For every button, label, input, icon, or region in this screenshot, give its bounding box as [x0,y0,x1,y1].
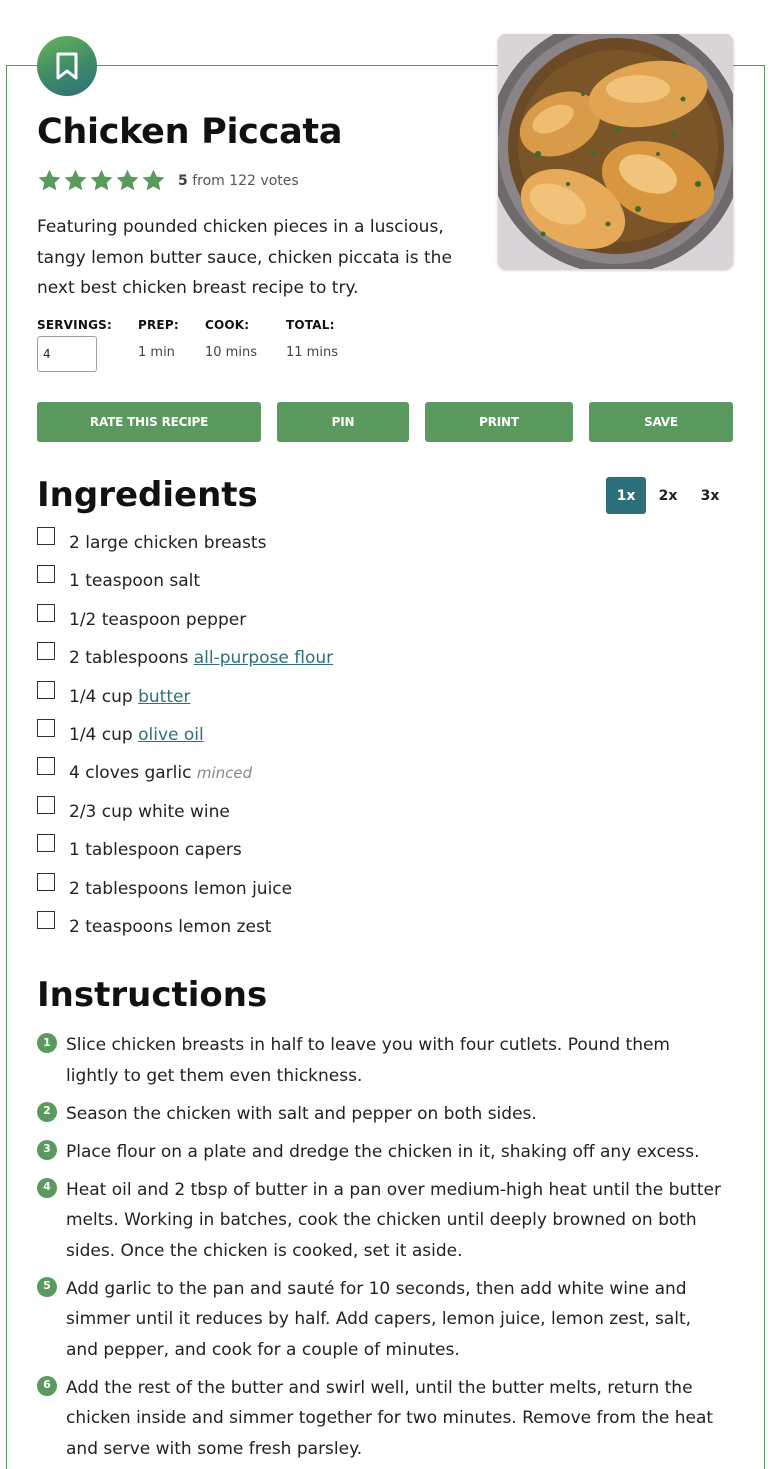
ingredient-checkbox[interactable] [37,834,55,853]
ingredient-text: 1/2 teaspoon pepper [69,610,246,630]
cook-value: 10 mins [205,345,257,360]
recipe-title: Chicken Piccata [37,112,343,152]
rating-value: 5 [178,172,188,189]
scale-3x-button[interactable]: 3x [690,477,730,514]
step-text: Season the chicken with salt and pepper … [66,1103,537,1124]
ingredient-text: 2 teaspoons lemon zest [69,917,271,937]
ingredient-amount: 2 teaspoons lemon zest [69,916,272,937]
rating-votes: from 122 votes [192,172,299,189]
ingredient-link[interactable]: olive oil [138,725,204,745]
rate-recipe-button[interactable]: RATE THIS RECIPE [37,402,261,442]
ingredient-text: 1 teaspoon salt [69,571,200,591]
bookmark-icon [56,52,78,80]
step-number-badge: 3 [37,1139,57,1160]
step-text: Slice chicken breasts in half to leave y… [66,1035,670,1086]
instruction-step: 2 Season the chicken with salt and pepper… [37,1099,727,1130]
total-label: TOTAL: [286,318,335,332]
servings-label: SERVINGS: [37,318,112,332]
ingredient-checkbox[interactable] [37,910,55,929]
star-icon[interactable] [37,168,62,193]
ingredient-text: 2 tablespoons lemon juice [69,879,292,899]
cook-label: COOK: [205,318,250,332]
step-text: Add the rest of the butter and swirl wel… [66,1377,714,1459]
ingredient-checkbox[interactable] [37,872,55,891]
ingredient-text: 2/3 cup white wine [69,802,230,822]
prep-time-block: PREP: 1 min [138,318,179,360]
recipe-rating[interactable]: 5 from 122 votes [37,168,299,193]
prep-label: PREP: [138,318,179,332]
ingredient-amount: 2 tablespoons [69,648,194,669]
ingredient-text: 1 tablespoon capers [69,840,242,860]
ingredient-link[interactable]: all-purpose flour [194,648,333,668]
ingredient-text: 1/4 cup butter [69,687,190,707]
servings-block: SERVINGS: [37,318,112,372]
total-time-block: TOTAL: 11 mins [286,318,338,360]
rating-summary: 5 from 122 votes [178,173,299,189]
ingredient-checkbox[interactable] [37,642,55,661]
step-number-badge: 5 [37,1276,57,1297]
star-icon[interactable] [89,168,114,193]
total-value: 11 mins [286,345,338,360]
instructions-heading: Instructions [37,975,268,1015]
ingredient-amount: 2 large chicken breasts [69,533,267,553]
ingredient-checkbox[interactable] [37,757,55,776]
servings-input[interactable] [37,336,97,372]
ingredient-checkbox[interactable] [37,527,55,545]
ingredient-checkbox[interactable] [37,795,55,814]
step-number-badge: 6 [37,1375,57,1396]
ingredient-amount: 1 tablespoon capers [69,840,242,861]
instruction-step: 1 Slice chicken breasts in half to leave … [37,1030,727,1091]
step-text: Heat oil and 2 tbsp of butter in a pan o… [66,1179,721,1261]
prep-value: 1 min [138,345,175,360]
step-text: Add garlic to the pan and sauté for 10 s… [66,1278,692,1360]
chicken-piccata-image [498,34,733,269]
ingredient-amount: 1/4 cup [69,724,139,745]
ingredient-amount: 2 tablespoons lemon juice [69,878,293,899]
save-button[interactable]: SAVE [589,402,733,442]
cook-time-block: COOK: 10 mins [205,318,257,360]
star-rating[interactable] [37,168,166,193]
bookmark-button[interactable] [37,36,97,96]
recipe-photo [498,34,733,269]
pin-button[interactable]: PIN [277,402,409,442]
ingredient-amount: 4 cloves garlic [69,763,197,784]
instruction-step: 3 Place flour on a plate and dredge the c… [37,1137,727,1168]
ingredient-checkbox[interactable] [37,565,55,584]
ingredient-amount: 1/2 teaspoon pepper [69,609,247,630]
scale-2x-button[interactable]: 2x [648,477,688,514]
ingredient-text: 4 cloves garlic minced [69,763,252,783]
ingredient-amount: 1/4 cup [69,686,139,707]
ingredient-checkbox[interactable] [37,680,55,699]
instruction-step: 4 Heat oil and 2 tbsp of butter in a pan … [37,1175,727,1267]
print-button[interactable]: PRINT [425,402,573,442]
step-number-badge: 2 [37,1101,57,1122]
recipe-summary: Featuring pounded chicken pieces in a lu… [37,217,452,298]
instruction-step: 6 Add the rest of the butter and swirl we… [37,1373,727,1465]
step-number-badge: 4 [37,1177,57,1198]
scale-1x-button[interactable]: 1x [606,477,646,514]
ingredient-link[interactable]: butter [138,687,190,707]
instruction-step: 5 Add garlic to the pan and sauté for 10 … [37,1274,727,1366]
ingredient-checkbox[interactable] [37,603,55,622]
ingredient-text: 2 large chicken breasts [69,533,266,553]
star-icon[interactable] [63,168,88,193]
step-text: Place flour on a plate and dredge the ch… [66,1141,700,1162]
instruction-list: 1 Slice chicken breasts in half to leave … [37,1030,727,1469]
ingredients-heading: Ingredients [37,475,258,515]
star-icon[interactable] [141,168,166,193]
ingredient-text: 2 tablespoons all-purpose flour [69,648,333,668]
star-icon[interactable] [115,168,140,193]
step-number-badge: 1 [37,1033,57,1053]
ingredient-amount: 2/3 cup white wine [69,801,230,822]
ingredient-text: 1/4 cup olive oil [69,725,204,745]
ingredient-amount: 1 teaspoon salt [69,571,201,592]
ingredient-note: minced [196,764,253,783]
ingredient-checkbox[interactable] [37,718,55,737]
